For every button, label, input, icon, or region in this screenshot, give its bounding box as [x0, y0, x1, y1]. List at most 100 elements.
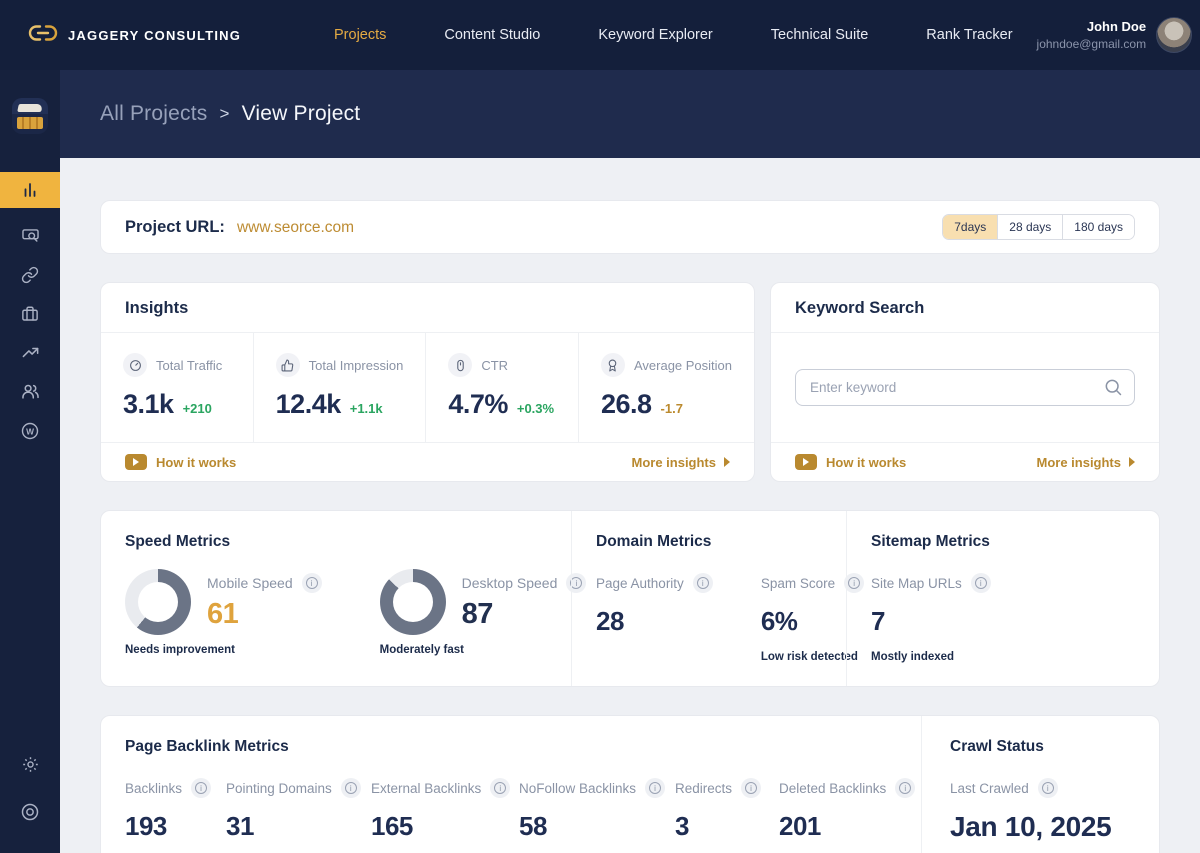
trending-up-icon: [21, 343, 40, 362]
info-icon[interactable]: i: [301, 573, 322, 593]
avatar[interactable]: [1156, 17, 1193, 53]
metric-label: CTR: [481, 357, 509, 373]
stat-label: Page Authority: [596, 575, 684, 591]
sidebar-item-support[interactable]: [0, 792, 60, 831]
backlink-card: Page Backlink Metrics Backlinks i 193 Al…: [100, 715, 1160, 853]
sidebar-item-wordpress[interactable]: W: [0, 411, 60, 450]
info-icon[interactable]: i: [1037, 778, 1058, 798]
metric-label: Total Traffic: [156, 357, 223, 373]
user-name: John Doe: [1086, 19, 1147, 35]
caret-right-icon: [724, 457, 730, 467]
metric-label: Total Impression: [308, 357, 404, 373]
sidebar-item-team[interactable]: [0, 372, 60, 411]
bar-chart-icon: [21, 181, 39, 199]
stat-value: 193: [125, 811, 167, 841]
caret-right-icon: [1129, 457, 1135, 467]
speed-metrics-section: Speed Metrics Mobile Speed i 61 Needs im…: [101, 511, 587, 686]
sidebar-item-backlinks[interactable]: [0, 255, 60, 294]
stat-value: 7: [871, 606, 885, 636]
info-icon[interactable]: i: [191, 778, 212, 798]
project-url-card: Project URL: www.seorce.com 7days 28 day…: [100, 200, 1160, 254]
stat-nofollow-backlinks: NoFollow Backlinks i 58 Balanced ratio: [519, 778, 675, 853]
stat-value: 201: [779, 811, 821, 841]
thumbs-up-icon: [275, 353, 300, 377]
chain-logo-icon: [28, 24, 58, 47]
nav-item-content-studio[interactable]: Content Studio: [444, 27, 540, 43]
briefcase-icon: [21, 305, 39, 323]
nav-item-keyword-explorer[interactable]: Keyword Explorer: [598, 27, 712, 43]
metric-delta: +1.1k: [349, 401, 383, 416]
stat-label: Spam Score: [760, 575, 836, 591]
stat-pointing-domains: Pointing Domains i 31 Healthy distributi…: [226, 778, 371, 853]
stat-label: External Backlinks: [371, 780, 482, 796]
top-navbar: JAGGERY CONSULTING Projects Content Stud…: [0, 0, 1200, 70]
how-it-works-link[interactable]: How it works: [125, 454, 236, 470]
metric-delta: +0.3%: [516, 401, 555, 416]
sidebar-item-dashboard[interactable]: [0, 172, 60, 208]
info-icon[interactable]: i: [490, 778, 511, 798]
sidebar: W: [0, 70, 60, 853]
search-icon[interactable]: [1103, 377, 1123, 402]
info-icon[interactable]: i: [645, 778, 666, 798]
sidebar-item-site-audit[interactable]: [0, 216, 60, 255]
info-icon[interactable]: i: [692, 573, 713, 593]
info-icon[interactable]: i: [741, 778, 762, 798]
stat-value: 31: [226, 811, 254, 841]
sidebar-item-rankings[interactable]: [0, 333, 60, 372]
stat-page-authority: Page Authority i 28: [596, 573, 713, 664]
range-7days-button[interactable]: 7days: [943, 215, 998, 239]
stat-label: Deleted Backlinks: [779, 780, 887, 796]
keyword-search-title: Keyword Search: [771, 283, 1159, 333]
sitemap-metrics-title: Sitemap Metrics: [871, 533, 990, 550]
breadcrumb-all-projects[interactable]: All Projects: [100, 102, 207, 126]
backlink-metrics-title: Page Backlink Metrics: [125, 738, 289, 755]
keyword-search-input[interactable]: [795, 369, 1135, 406]
mobile-speed-gauge: Mobile Speed i 61 Needs improvement: [125, 569, 322, 656]
stat-external-backlinks: External Backlinks i 165 Robust profile: [371, 778, 519, 853]
stat-value: 165: [371, 811, 413, 841]
stat-label: Site Map URLs: [871, 575, 962, 591]
nav-item-rank-tracker[interactable]: Rank Tracker: [926, 27, 1012, 43]
info-icon[interactable]: i: [970, 573, 991, 593]
project-url-value[interactable]: www.seorce.com: [237, 219, 354, 237]
sitemap-metrics-section: Sitemap Metrics Site Map URLs i 7 Mostly…: [846, 511, 1159, 686]
domain-metrics-title: Domain Metrics: [596, 533, 712, 550]
nav-item-projects[interactable]: Projects: [334, 27, 386, 43]
mouse-icon: [448, 353, 473, 377]
stat-value: 58: [519, 811, 547, 841]
user-menu[interactable]: John Doe johndoe@gmail.com ▼: [1037, 17, 1200, 53]
metric-value: 26.8: [600, 389, 652, 419]
stat-backlinks: Backlinks i 193 All Time: 1.8k: [125, 778, 226, 853]
award-icon: [600, 353, 625, 377]
stat-label: Backlinks: [125, 780, 183, 796]
primary-nav: Projects Content Studio Keyword Explorer…: [334, 27, 1013, 43]
stat-label: Redirects: [675, 780, 733, 796]
metric-average-position: Average Position 26.8 -1.7: [577, 333, 754, 442]
stat-redirects: Redirects i 3: [675, 778, 779, 853]
brand-name: JAGGERY CONSULTING: [68, 27, 242, 43]
info-icon[interactable]: i: [340, 778, 361, 798]
site-thumbnail-icon[interactable]: [12, 98, 48, 134]
breadcrumb-band: All Projects > View Project: [60, 70, 1200, 158]
gauge-icon: [123, 353, 147, 377]
range-180days-button[interactable]: 180 days: [1062, 215, 1134, 239]
link-icon: [21, 266, 39, 284]
user-email: johndoe@gmail.com: [1036, 36, 1147, 51]
play-icon: [125, 454, 147, 470]
backlink-metrics-section: Page Backlink Metrics Backlinks i 193 Al…: [101, 716, 921, 853]
range-28days-button[interactable]: 28 days: [997, 215, 1063, 239]
info-icon[interactable]: i: [895, 778, 916, 798]
nav-item-technical-suite[interactable]: Technical Suite: [771, 27, 869, 43]
project-url-label: Project URL:: [125, 217, 225, 236]
site-audit-icon: [21, 226, 40, 245]
more-insights-link[interactable]: More insights: [631, 455, 730, 470]
stat-value: 3: [675, 811, 689, 841]
more-insights-link[interactable]: More insights: [1036, 455, 1135, 470]
donut-chart: [125, 569, 191, 635]
sidebar-item-settings[interactable]: [0, 745, 60, 784]
sidebar-item-projects[interactable]: [0, 294, 60, 333]
metrics-strip-card: Speed Metrics Mobile Speed i 61 Needs im…: [100, 510, 1160, 687]
stat-value: 28: [596, 606, 624, 636]
how-it-works-link[interactable]: How it works: [795, 454, 906, 470]
metric-total-traffic: Total Traffic 3.1k +210: [101, 333, 253, 442]
